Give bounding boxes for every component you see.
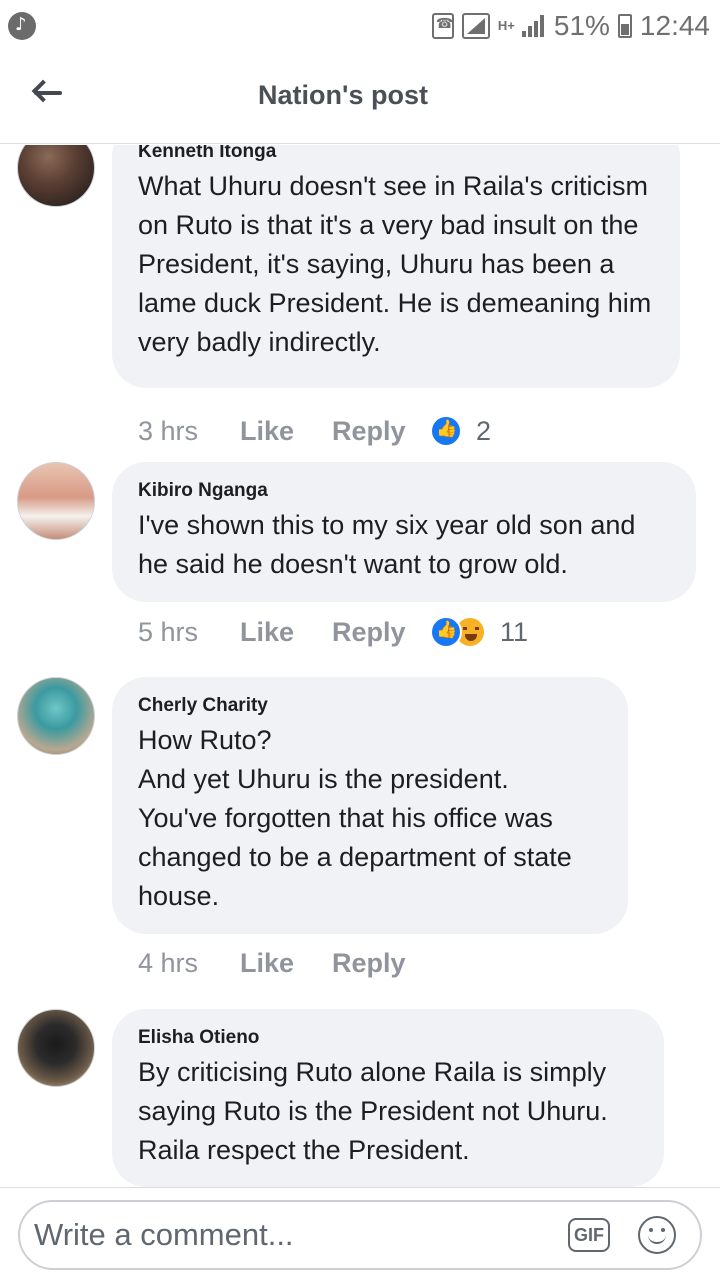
comment-composer-bar: GIF: [0, 1187, 720, 1280]
comment-bubble[interactable]: Cherly Charity How Ruto? And yet Uhuru i…: [112, 677, 628, 934]
clock: 12:44: [639, 10, 710, 41]
music-notification-icon: [8, 12, 36, 40]
comment-author[interactable]: Kibiro Nganga: [138, 476, 670, 506]
like-button[interactable]: Like: [240, 617, 332, 648]
like-button[interactable]: Like: [240, 416, 332, 447]
reply-button[interactable]: Reply: [332, 416, 430, 447]
comment-text: I've shown this to my six year old son a…: [138, 510, 636, 579]
like-reaction-icon: [430, 415, 462, 447]
comment-actions: 3 hrs Like Reply 2: [138, 415, 491, 447]
status-bar: H+ 51% 12:44: [0, 0, 720, 52]
network-type: H+: [497, 18, 515, 33]
comment-bubble[interactable]: Kibiro Nganga I've shown this to my six …: [112, 462, 696, 602]
comment-composer[interactable]: GIF: [18, 1200, 702, 1270]
like-button[interactable]: Like: [240, 948, 332, 979]
comment-time[interactable]: 3 hrs: [138, 416, 240, 447]
reaction-count: 11: [500, 616, 529, 647]
comment-time[interactable]: 5 hrs: [138, 617, 240, 648]
emoji-smile-icon[interactable]: [638, 1216, 676, 1254]
comment-actions: 4 hrs Like Reply: [138, 948, 430, 979]
reply-button[interactable]: Reply: [332, 617, 430, 648]
reactions-summary[interactable]: 11: [430, 616, 528, 648]
comment-author[interactable]: Kenneth Itonga: [138, 145, 654, 167]
comment-input[interactable]: [34, 1212, 554, 1258]
app-header: Nation's post: [0, 52, 720, 144]
signal-box-icon: [461, 13, 490, 39]
comment-bubble[interactable]: Kenneth Itonga What Uhuru doesn't see in…: [112, 145, 680, 388]
comment-author[interactable]: Elisha Otieno: [138, 1023, 638, 1053]
reactions-summary[interactable]: 2: [430, 415, 491, 447]
comment-text: By criticising Ruto alone Raila is simpl…: [138, 1057, 608, 1165]
avatar[interactable]: [17, 462, 95, 540]
battery-percent: 51%: [553, 10, 610, 41]
status-icons: H+ 51% 12:44: [431, 6, 710, 46]
signal-bars-icon: [521, 15, 546, 37]
avatar[interactable]: [17, 145, 95, 207]
comment-time[interactable]: 4 hrs: [138, 948, 240, 979]
battery-icon: [617, 14, 632, 38]
reply-button[interactable]: Reply: [332, 948, 430, 979]
comments-feed[interactable]: Kenneth Itonga What Uhuru doesn't see in…: [0, 145, 720, 1187]
comment-bubble[interactable]: Elisha Otieno By criticising Ruto alone …: [112, 1009, 664, 1187]
comment-text: How Ruto? And yet Uhuru is the president…: [138, 725, 572, 911]
comment-author[interactable]: Cherly Charity: [138, 691, 602, 721]
reaction-count: 2: [476, 415, 492, 446]
gif-button[interactable]: GIF: [568, 1218, 610, 1252]
avatar[interactable]: [17, 677, 95, 755]
like-reaction-icon: [430, 616, 462, 648]
call-icon: [431, 13, 454, 39]
comment-actions: 5 hrs Like Reply 11: [138, 616, 528, 648]
page-title: Nation's post: [258, 80, 428, 110]
comment-text: What Uhuru doesn't see in Raila's critic…: [138, 171, 652, 357]
avatar[interactable]: [17, 1009, 95, 1087]
